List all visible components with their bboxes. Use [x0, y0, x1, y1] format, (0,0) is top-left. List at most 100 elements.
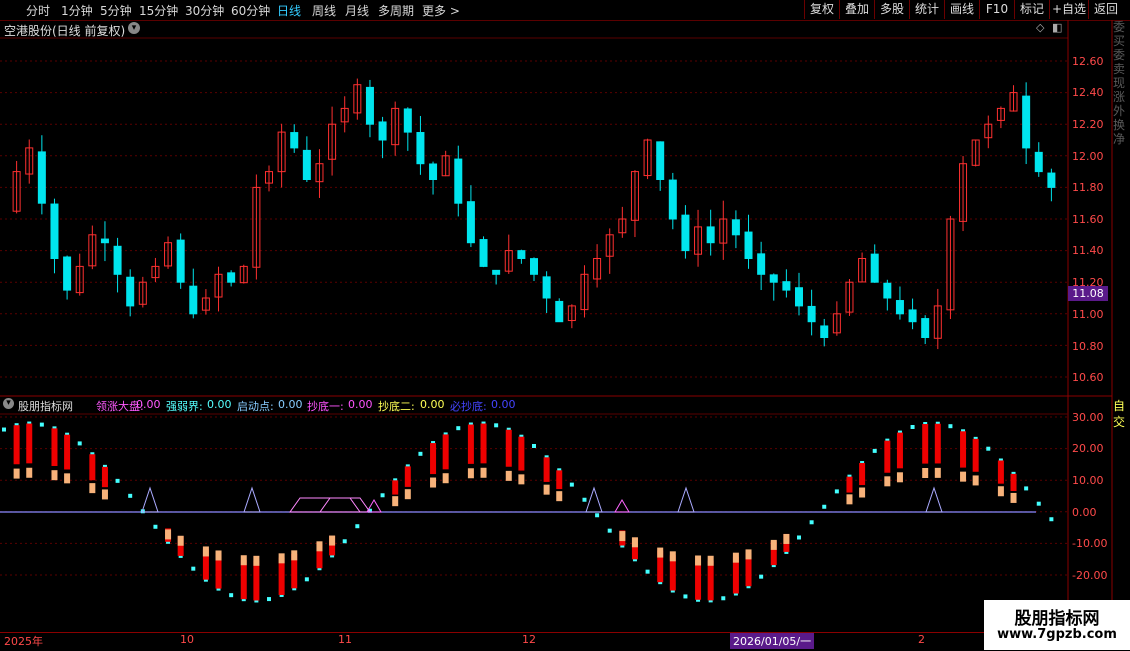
indicator-label-bichaodi: 必抄底: [450, 400, 487, 413]
price-tick: 12.00 [1072, 150, 1104, 163]
indicator-dot [115, 478, 120, 483]
indicator-dot [797, 535, 801, 540]
indicator-bar [430, 443, 437, 475]
indicator-bar [972, 475, 979, 486]
candle-body [492, 269, 501, 275]
indicator-bar [215, 550, 222, 561]
quote-panel-edge[interactable]: 委买委卖现涨外换净 [1113, 20, 1130, 400]
indicator-bar [922, 424, 929, 464]
candle-body [921, 318, 930, 339]
indicator-dot [872, 448, 877, 453]
indicator-bar [556, 470, 563, 490]
candle-body [870, 253, 879, 283]
candle-body [63, 256, 72, 291]
candle-body [807, 305, 816, 323]
indicator-dot [595, 513, 600, 518]
candle-body [782, 281, 791, 291]
candle-body [795, 287, 803, 307]
indicator-dot [380, 493, 385, 498]
signal-triangle [614, 499, 630, 513]
candle-body [403, 108, 412, 133]
indicator-bar [89, 454, 96, 481]
price-tick: 12.60 [1072, 55, 1104, 68]
indicator-bar [770, 539, 777, 550]
candle-body [378, 121, 387, 141]
candle-body [769, 274, 778, 283]
indicator-dot [456, 426, 461, 431]
signal-triangle [585, 486, 603, 513]
indicator-bar [253, 560, 260, 601]
indicator-dot [128, 493, 133, 498]
indicator-tick: -10.00 [1072, 537, 1108, 550]
candle-body [290, 132, 299, 149]
indicator-dot [1024, 486, 1029, 491]
indicator-dot [910, 424, 915, 429]
candle-body [302, 149, 311, 181]
indicator-bar [101, 466, 108, 488]
indicator-label-qiangruo: 强弱界: [166, 400, 203, 413]
indicator-bar [896, 472, 903, 483]
indicator-bar [480, 467, 487, 478]
indicator-bar [745, 549, 752, 560]
indicator-dot [822, 504, 827, 509]
indicator-label-chaodi1: 抄底一: [307, 400, 344, 413]
indicator-bar [467, 424, 474, 464]
price-grid [0, 20, 1113, 650]
indicator-panel-edge: 自交 [1113, 399, 1126, 429]
indicator-dot [77, 441, 82, 446]
candle-body [908, 309, 917, 323]
candle-body [757, 253, 766, 275]
indicator-bar [960, 431, 967, 468]
indicator-bar [240, 559, 247, 600]
indicator-bar [13, 468, 20, 479]
indicator-dot [986, 446, 991, 451]
candle-body [656, 141, 665, 180]
candle-body [555, 300, 564, 323]
indicator-bar [442, 434, 449, 470]
indicator-dot [494, 423, 499, 428]
indicator-bar [934, 467, 941, 478]
indicator-dot [645, 569, 650, 574]
price-tick: 11.60 [1072, 213, 1104, 226]
indicator-bar [543, 484, 550, 495]
indicator-dot [948, 424, 953, 429]
signal-triangle [925, 486, 943, 513]
price-tick: 11.80 [1072, 181, 1104, 194]
indicator-value-chaodi2: 0.00 [420, 398, 445, 411]
indicator-label-chaodi2: 抄底二: [378, 400, 415, 413]
candle-body [517, 250, 526, 259]
indicator-bar [707, 555, 714, 566]
indicator-dot [229, 593, 234, 598]
indicator-bar [329, 535, 336, 546]
indicator-dot [834, 489, 839, 494]
price-tick: 12.40 [1072, 86, 1104, 99]
time-tick: 12 [522, 633, 536, 646]
indicator-bar [430, 477, 437, 488]
indicator-tick: 10.00 [1072, 474, 1104, 487]
indicator-dot [683, 594, 688, 599]
kline-chart [0, 20, 1113, 650]
indicator-dot [342, 539, 347, 544]
indicator-bar [404, 466, 411, 487]
indicator-dot [607, 528, 612, 533]
indicator-bar [997, 486, 1004, 497]
indicator-bar [240, 555, 247, 566]
candle-body [479, 239, 488, 267]
indicator-bar [783, 533, 790, 544]
indicator-dot [532, 443, 536, 448]
indicator-bar [101, 489, 108, 500]
indicator-bar [392, 480, 399, 495]
candle-body [429, 163, 438, 180]
indicator-dot [582, 497, 587, 502]
indicator-name: 股朋指标网 [18, 400, 73, 413]
indicator-bar [846, 476, 853, 493]
chevron-down-icon[interactable]: ▾ [3, 398, 14, 409]
indicator-value-lingzhang: 0.00 [136, 398, 161, 411]
current-price-tag: 11.08 [1068, 286, 1108, 301]
indicator-bar [846, 494, 853, 505]
candle-body [731, 219, 740, 236]
watermark-logo: 股朋指标网 www.7gpzb.com [984, 600, 1130, 650]
indicator-bar [64, 434, 71, 470]
indicator-bar [732, 552, 739, 563]
candle-body [176, 239, 185, 283]
